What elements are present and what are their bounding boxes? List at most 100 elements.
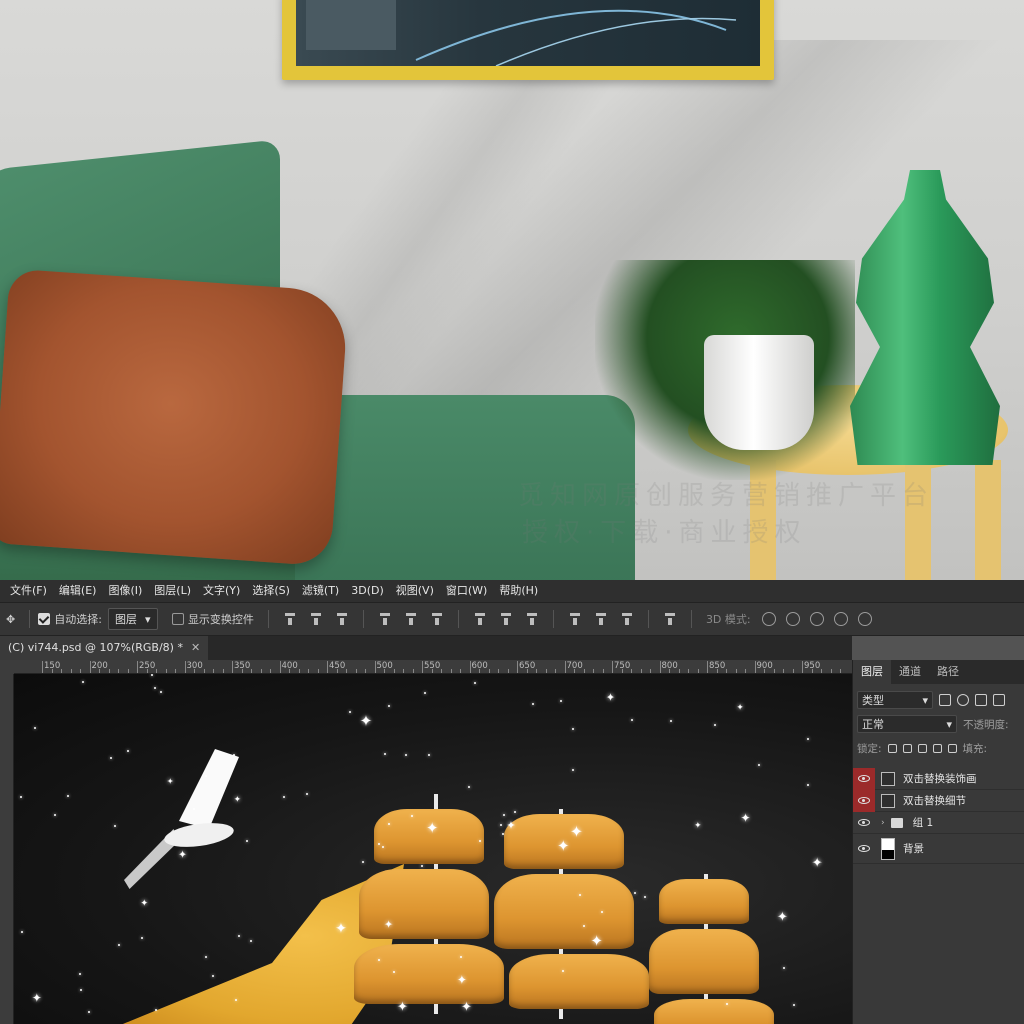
ruler-tick <box>631 669 632 673</box>
menu-layer[interactable]: 图层(L) <box>148 580 197 602</box>
ruler-tick <box>602 669 604 673</box>
lock-move-icon[interactable] <box>917 743 927 753</box>
align-right-icon[interactable] <box>430 613 444 625</box>
star <box>361 861 364 864</box>
tab-channels[interactable]: 通道 <box>891 660 929 684</box>
ruler-tick <box>374 661 376 673</box>
ruler-tick <box>51 669 53 673</box>
ruler-tick <box>222 669 224 673</box>
lock-paint-icon[interactable] <box>902 743 912 753</box>
lock-artboard-icon[interactable] <box>932 743 942 753</box>
layer-filter-dropdown[interactable]: 类型 ▾ <box>857 691 933 709</box>
ruler-tick <box>384 669 385 673</box>
sparkle: ✦ <box>359 711 373 730</box>
distribute-top-icon[interactable] <box>473 613 487 625</box>
eye-icon[interactable] <box>853 838 875 860</box>
ruler-tick <box>450 669 452 673</box>
auto-select-value: 图层 <box>114 613 137 626</box>
eye-icon[interactable] <box>853 767 875 790</box>
sparkle: ✦ <box>740 811 751 826</box>
horizontal-ruler[interactable]: 150 200 250 300 350 400 450 500 550 600 650 700 750 8… <box>14 660 852 674</box>
align-vcenter-icon[interactable] <box>309 613 323 625</box>
filter-image-icon[interactable] <box>939 694 951 706</box>
layer-filter-value: 类型 <box>862 694 884 707</box>
3d-pan-icon[interactable] <box>809 612 824 626</box>
align-hcenter-icon[interactable] <box>404 613 418 625</box>
align-bottom-icon[interactable] <box>335 613 349 625</box>
lock-label: 锁定: <box>857 742 882 755</box>
star <box>387 704 390 707</box>
options-bar: ✥ 自动选择: 图层 ▾ 显示变换控件 3D 模式: <box>0 602 1024 636</box>
auto-align-icon[interactable] <box>663 613 677 625</box>
panel-tabs: 图层 通道 路径 <box>853 660 1024 684</box>
star <box>192 807 195 810</box>
menu-edit[interactable]: 编辑(E) <box>53 580 103 602</box>
menu-select[interactable]: 选择(S) <box>246 580 296 602</box>
star <box>474 682 477 685</box>
distribute-right-icon[interactable] <box>620 613 634 625</box>
ruler-tick <box>175 669 176 673</box>
distribute-left-icon[interactable] <box>568 613 582 625</box>
layer-row[interactable]: 背景 <box>853 834 1024 864</box>
filter-type-icon[interactable] <box>975 694 987 706</box>
document-canvas[interactable]: ✦ ✦ ✦ ✦ ✦ ✦ ✦ ✦ ✦ ✦ ✦ ✦ ✦ ✦ ✦ ✦ ✦ ✦ ✦ ✦ ✦ ✦ <box>14 674 852 1024</box>
align-top-icon[interactable] <box>283 613 297 625</box>
3d-roll-icon[interactable] <box>785 612 800 626</box>
ruler-tick <box>279 661 281 673</box>
ruler-tick <box>773 669 775 673</box>
menu-3d[interactable]: 3D(D) <box>345 580 390 602</box>
vertical-ruler[interactable] <box>0 674 14 1024</box>
sparkle: ✦ <box>178 849 187 862</box>
align-left-icon[interactable] <box>378 613 392 625</box>
lock-all-icon[interactable] <box>947 743 957 753</box>
tab-layers[interactable]: 图层 <box>853 660 891 684</box>
menu-window[interactable]: 窗口(W) <box>440 580 493 602</box>
tab-paths[interactable]: 路径 <box>929 660 967 684</box>
eye-icon[interactable] <box>853 812 875 834</box>
chevron-right-icon[interactable]: › <box>881 818 885 828</box>
show-transform-label: 显示变换控件 <box>187 613 254 626</box>
ruler-corner <box>0 660 14 674</box>
star <box>468 786 471 789</box>
menu-help[interactable]: 帮助(H) <box>493 580 544 602</box>
close-icon[interactable]: ✕ <box>191 636 200 660</box>
sparkle: ✦ <box>233 794 241 805</box>
distribute-hcenter-icon[interactable] <box>594 613 608 625</box>
blend-mode-dropdown[interactable]: 正常 ▾ <box>857 715 957 733</box>
ruler-tick <box>707 661 708 673</box>
menu-view[interactable]: 视图(V) <box>390 580 440 602</box>
ruler-tick <box>583 669 585 673</box>
layer-row[interactable]: › 组 1 <box>853 812 1024 834</box>
ruler-tick <box>203 669 205 673</box>
blend-row: 正常 ▾ 不透明度: <box>857 714 1024 734</box>
menu-image[interactable]: 图像(I) <box>102 580 148 602</box>
menu-bar: 文件(F) 编辑(E) 图像(I) 图层(L) 文字(Y) 选择(S) 滤镜(T… <box>0 580 1024 602</box>
star <box>383 753 386 756</box>
star <box>630 718 633 721</box>
layer-row[interactable]: 双击替换细节 <box>853 789 1024 812</box>
auto-select-checkbox[interactable] <box>38 613 51 625</box>
ruler-tick <box>488 669 490 673</box>
3d-slide-icon[interactable] <box>833 612 848 626</box>
layer-row[interactable]: 双击替换装饰画 <box>853 767 1024 790</box>
menu-file[interactable]: 文件(F) <box>4 580 53 602</box>
show-transform-checkbox[interactable] <box>171 613 184 625</box>
3d-camera-icon[interactable] <box>857 612 872 626</box>
eye-icon[interactable] <box>853 789 875 812</box>
distribute-vcenter-icon[interactable] <box>499 613 513 625</box>
distribute-bottom-icon[interactable] <box>525 613 539 625</box>
auto-select-dropdown[interactable]: 图层 ▾ <box>107 608 158 630</box>
move-tool-icon[interactable]: ✥ <box>6 613 15 626</box>
document-tab[interactable]: (C) vi744.psd @ 107%(RGB/8) * ✕ <box>0 636 209 660</box>
ship-sail <box>494 874 634 949</box>
ruler-tick <box>840 669 841 673</box>
filter-adjust-icon[interactable] <box>957 694 969 706</box>
ship-sail <box>354 944 504 1004</box>
star <box>53 814 56 817</box>
3d-orbit-icon[interactable] <box>761 612 776 626</box>
star <box>807 738 810 741</box>
menu-filter[interactable]: 滤镜(T) <box>296 580 345 602</box>
filter-shape-icon[interactable] <box>993 694 1005 706</box>
lock-pixels-icon[interactable] <box>887 743 897 753</box>
menu-type[interactable]: 文字(Y) <box>197 580 246 602</box>
